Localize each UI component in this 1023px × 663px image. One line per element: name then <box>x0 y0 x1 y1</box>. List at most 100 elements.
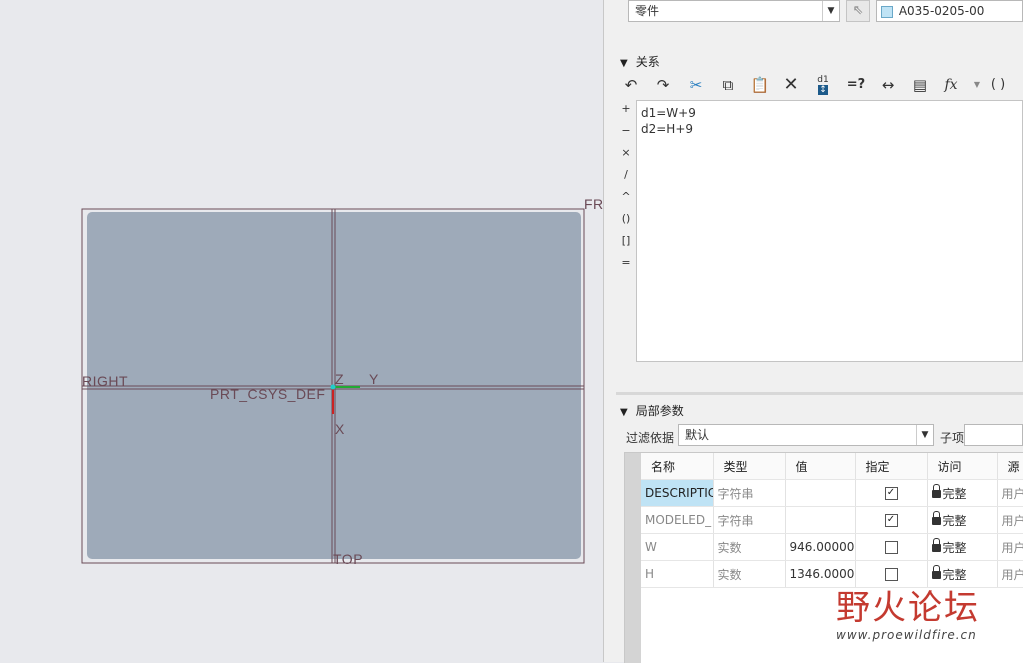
op-parentheses[interactable]: () <box>616 212 636 225</box>
model-name-value: A035-0205-00 <box>898 4 985 18</box>
function-dropdown-icon[interactable]: ▼ <box>966 74 988 96</box>
collapse-triangle-icon[interactable]: ▼ <box>620 407 628 418</box>
relations-editor[interactable]: d1=W+9 d2=H+9 <box>636 100 1023 362</box>
bracket-text: ( ) <box>990 77 1006 92</box>
col-value-header[interactable]: 值 <box>785 453 856 480</box>
sort-relations-icon[interactable]: d1 ↕ <box>812 74 834 97</box>
param-type: 字符串 <box>713 506 786 534</box>
param-access: 完整 <box>942 486 967 501</box>
filter-combo[interactable]: 默认 ▼ <box>678 424 934 446</box>
param-value[interactable]: 946.000000 <box>785 533 856 561</box>
child-combo[interactable] <box>964 424 1023 446</box>
param-source: 用户 <box>997 560 1023 588</box>
op-brackets[interactable]: [] <box>616 234 636 247</box>
part-icon <box>881 5 893 18</box>
op-plus[interactable]: + <box>616 102 636 115</box>
section-splitter[interactable] <box>616 392 1023 395</box>
object-type-combo[interactable]: 零件 ▼ <box>628 0 840 22</box>
param-source: 用户 <box>997 506 1023 534</box>
paste-icon[interactable]: 📋 <box>749 74 771 96</box>
designated-checkbox[interactable]: ✓ <box>884 487 898 500</box>
object-type-value: 零件 <box>635 4 660 18</box>
param-name[interactable]: MODELED_ <box>641 506 714 534</box>
collapse-triangle-icon[interactable]: ▼ <box>620 58 628 69</box>
table-row[interactable]: DESCRIPTIC 字符串 ✓ 完整 用户 <box>641 479 1023 507</box>
table-row[interactable]: W 实数 946.000000 完整 用户 <box>641 533 1023 561</box>
designated-checkbox[interactable] <box>884 568 898 581</box>
redo-icon[interactable]: ↷ <box>652 74 674 96</box>
op-divide[interactable]: / <box>616 168 636 181</box>
evaluate-text: =? <box>846 77 866 92</box>
table-row[interactable]: H 实数 1346.00000 完整 用户 <box>641 560 1023 588</box>
relations-section-header[interactable]: ▼ 关系 <box>620 53 660 70</box>
row-header-column <box>625 453 641 663</box>
csys-x-label: X <box>335 421 345 437</box>
part-view <box>81 208 585 564</box>
undo-icon[interactable]: ↶ <box>620 74 642 96</box>
param-type: 实数 <box>713 560 786 588</box>
designated-checkbox[interactable] <box>884 541 898 554</box>
col-access-header[interactable]: 访问 <box>927 453 998 480</box>
copy-icon[interactable]: ⧉ <box>717 74 739 96</box>
table-row[interactable]: MODELED_ 字符串 ✓ 完整 用户 <box>641 506 1023 534</box>
param-value[interactable]: 1346.00000 <box>785 560 856 588</box>
select-model-button[interactable]: ⇖ <box>846 0 870 22</box>
param-access: 完整 <box>942 513 967 528</box>
param-value[interactable] <box>785 506 856 534</box>
lock-icon <box>931 565 941 579</box>
csys-z-label: Z <box>335 371 345 387</box>
param-access: 完整 <box>942 567 967 582</box>
param-name[interactable]: W <box>641 533 714 561</box>
param-type: 实数 <box>713 533 786 561</box>
chevron-down-icon[interactable]: ▼ <box>822 1 839 21</box>
col-source-header[interactable]: 源 <box>997 453 1023 480</box>
model-name-field[interactable]: A035-0205-00 <box>876 0 1023 22</box>
relation-line: d2=H+9 <box>641 122 694 136</box>
front-plane-label[interactable]: FR <box>584 196 604 212</box>
filter-value: 默认 <box>685 428 710 442</box>
relation-line: d1=W+9 <box>641 106 696 120</box>
relations-title: 关系 <box>635 55 660 69</box>
sort-relations-text: d1 <box>817 75 829 85</box>
watermark-title: 野火论坛 <box>836 588 980 628</box>
csys-label[interactable]: PRT_CSYS_DEF <box>210 386 325 402</box>
op-minus[interactable]: − <box>616 124 636 137</box>
bracket-icon[interactable]: ( ) <box>987 74 1009 96</box>
designated-checkbox[interactable]: ✓ <box>884 514 898 527</box>
lock-icon <box>931 511 941 525</box>
insert-from-list-icon[interactable]: ▤ <box>909 74 931 96</box>
param-value[interactable] <box>785 479 856 507</box>
filter-label: 过滤依据 <box>626 431 675 445</box>
pointer-arrow-icon: ⇖ <box>852 3 864 18</box>
col-name-header[interactable]: 名称 <box>641 453 714 480</box>
param-type: 字符串 <box>713 479 786 507</box>
child-label: 子项 <box>940 431 965 445</box>
param-source: 用户 <box>997 479 1023 507</box>
delete-icon[interactable]: ✕ <box>780 74 802 96</box>
local-params-section-header[interactable]: ▼ 局部参数 <box>620 402 684 419</box>
top-plane-label[interactable]: TOP <box>333 551 363 567</box>
cut-icon[interactable]: ✂ <box>685 74 707 96</box>
lock-icon <box>931 484 941 498</box>
graphics-window[interactable]: FR RIGHT TOP PRT_CSYS_DEF Z Y X <box>0 0 603 662</box>
function-icon[interactable]: fx <box>940 74 962 96</box>
watermark-url: www.proewildfire.cn <box>836 628 977 642</box>
local-params-title: 局部参数 <box>635 404 684 418</box>
param-name[interactable]: DESCRIPTIC <box>641 479 714 507</box>
op-multiply[interactable]: × <box>616 146 636 159</box>
col-type-header[interactable]: 类型 <box>713 453 786 480</box>
show-dimension-icon[interactable]: ↔ <box>877 74 899 96</box>
param-access: 完整 <box>942 540 967 555</box>
table-header-row: 名称 类型 值 指定 访问 源 <box>641 453 1023 480</box>
param-source: 用户 <box>997 533 1023 561</box>
col-designated-header[interactable]: 指定 <box>855 453 928 480</box>
right-plane-label[interactable]: RIGHT <box>82 373 128 389</box>
param-name[interactable]: H <box>641 560 714 588</box>
op-equals[interactable]: = <box>616 256 636 269</box>
op-power[interactable]: ^ <box>616 190 636 203</box>
forum-watermark: 野火论坛 www.proewildfire.cn <box>836 588 1016 658</box>
lock-icon <box>931 538 941 552</box>
chevron-down-icon[interactable]: ▼ <box>916 425 933 445</box>
evaluate-icon[interactable]: =? <box>845 74 867 96</box>
function-text: fx <box>944 77 958 93</box>
